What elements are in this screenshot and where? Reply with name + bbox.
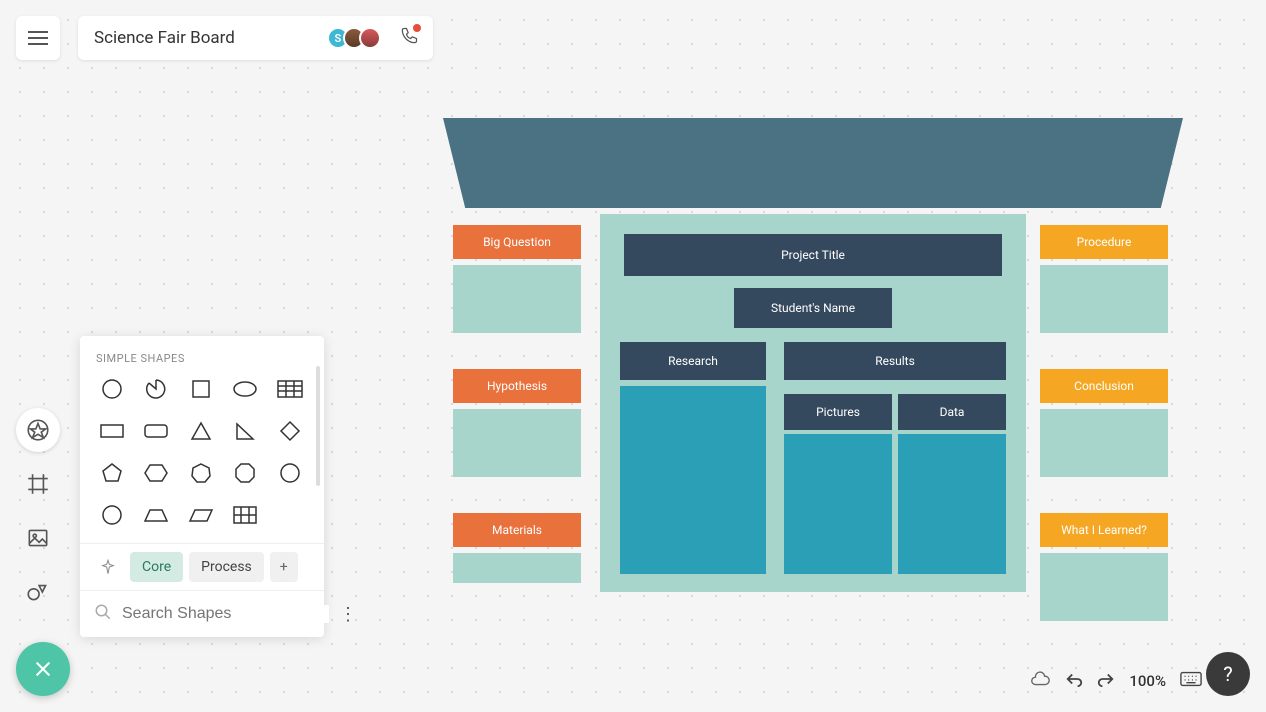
block-header: Hypothesis: [453, 369, 581, 403]
star-shape-icon: [25, 417, 51, 443]
block-header: Conclusion: [1040, 369, 1168, 403]
image-tool-button[interactable]: [16, 516, 60, 560]
block-body[interactable]: [1040, 409, 1168, 477]
block-big-question[interactable]: Big Question: [453, 225, 581, 333]
zoom-level[interactable]: 100%: [1129, 672, 1166, 690]
notification-dot: [413, 24, 421, 32]
data-body[interactable]: [898, 434, 1006, 574]
avatar[interactable]: [359, 27, 381, 49]
hamburger-menu-button[interactable]: [16, 16, 60, 60]
data-header[interactable]: Data: [898, 394, 1006, 430]
shape-trapezoid[interactable]: [140, 501, 172, 529]
shape-category-tabs: Core Process +: [80, 543, 324, 590]
shape-square[interactable]: [185, 375, 217, 403]
help-button[interactable]: ?: [1206, 652, 1250, 696]
block-body[interactable]: [453, 553, 581, 583]
more-options-button[interactable]: ⋮: [339, 604, 356, 625]
shape-rectangle[interactable]: [96, 417, 128, 445]
shape-hexagon[interactable]: [140, 459, 172, 487]
undo-button[interactable]: [1065, 671, 1083, 691]
shape-decagon[interactable]: [96, 501, 128, 529]
board-right-column: Procedure Conclusion What I Learned?: [1040, 225, 1168, 657]
search-input[interactable]: [122, 605, 329, 623]
board-center-panel[interactable]: Project Title Student's Name Research Re…: [600, 214, 1026, 592]
shape-circle[interactable]: [96, 375, 128, 403]
vector-tool-button[interactable]: [16, 570, 60, 614]
hamburger-icon: [28, 37, 48, 39]
keyboard-icon: [1180, 671, 1202, 687]
search-icon: [94, 603, 112, 625]
cloud-sync-button[interactable]: [1029, 670, 1051, 692]
block-header: What I Learned?: [1040, 513, 1168, 547]
keyboard-button[interactable]: [1180, 671, 1202, 691]
pictures-body[interactable]: [784, 434, 892, 574]
shape-grid[interactable]: [229, 501, 261, 529]
image-icon: [25, 525, 51, 551]
student-name-block[interactable]: Student's Name: [734, 288, 892, 328]
scrollbar[interactable]: [316, 366, 320, 486]
pin-button[interactable]: [92, 552, 124, 582]
pictures-header[interactable]: Pictures: [784, 394, 892, 430]
shape-rounded-rect[interactable]: [140, 417, 172, 445]
board-banner[interactable]: [443, 118, 1183, 208]
block-hypothesis[interactable]: Hypothesis: [453, 369, 581, 477]
block-body[interactable]: [453, 409, 581, 477]
shape-table[interactable]: [274, 375, 306, 403]
close-panel-button[interactable]: [16, 642, 70, 696]
block-body[interactable]: [1040, 553, 1168, 621]
block-learned[interactable]: What I Learned?: [1040, 513, 1168, 621]
results-header[interactable]: Results: [784, 342, 1006, 380]
research-header[interactable]: Research: [620, 342, 766, 380]
undo-icon: [1065, 671, 1083, 687]
board-left-column: Big Question Hypothesis Materials: [453, 225, 581, 619]
call-button[interactable]: [399, 26, 419, 50]
block-body[interactable]: [453, 265, 581, 333]
block-header: Procedure: [1040, 225, 1168, 259]
search-row: ⋮: [80, 590, 324, 637]
cloud-icon: [1029, 670, 1051, 688]
section-label: SIMPLE SHAPES: [80, 352, 324, 375]
shape-parallelogram[interactable]: [185, 501, 217, 529]
shape-octagon[interactable]: [229, 459, 261, 487]
block-procedure[interactable]: Procedure: [1040, 225, 1168, 333]
block-header: Materials: [453, 513, 581, 547]
shape-nonagon[interactable]: [274, 459, 306, 487]
frame-tool-button[interactable]: [16, 462, 60, 506]
block-header: Big Question: [453, 225, 581, 259]
shapes-tool-button[interactable]: [16, 408, 60, 452]
redo-button[interactable]: [1097, 671, 1115, 691]
block-materials[interactable]: Materials: [453, 513, 581, 583]
pin-icon: [100, 559, 116, 575]
block-body[interactable]: [1040, 265, 1168, 333]
shape-pie[interactable]: [140, 375, 172, 403]
shape-right-triangle[interactable]: [229, 417, 261, 445]
shape-diamond[interactable]: [274, 417, 306, 445]
research-body[interactable]: [620, 386, 766, 574]
tool-rail: [16, 408, 60, 614]
tab-core[interactable]: Core: [130, 552, 183, 582]
project-title-block[interactable]: Project Title: [624, 234, 1002, 276]
add-tab-button[interactable]: +: [270, 552, 298, 582]
collaborator-avatars[interactable]: S: [327, 27, 381, 49]
shape-grid: [80, 375, 324, 543]
shape-ellipse[interactable]: [229, 375, 261, 403]
board-title[interactable]: Science Fair Board: [94, 28, 235, 48]
title-bar: Science Fair Board S: [78, 16, 433, 60]
view-controls: 100%: [1029, 670, 1202, 692]
shape-triangle[interactable]: [185, 417, 217, 445]
shapes-panel: SIMPLE SHAPES Core Process + ⋮: [80, 336, 324, 637]
shape-pentagon[interactable]: [96, 459, 128, 487]
shapes-combo-icon: [25, 579, 51, 605]
block-conclusion[interactable]: Conclusion: [1040, 369, 1168, 477]
redo-icon: [1097, 671, 1115, 687]
tab-process[interactable]: Process: [189, 552, 264, 582]
frame-icon: [25, 471, 51, 497]
shape-heptagon[interactable]: [185, 459, 217, 487]
